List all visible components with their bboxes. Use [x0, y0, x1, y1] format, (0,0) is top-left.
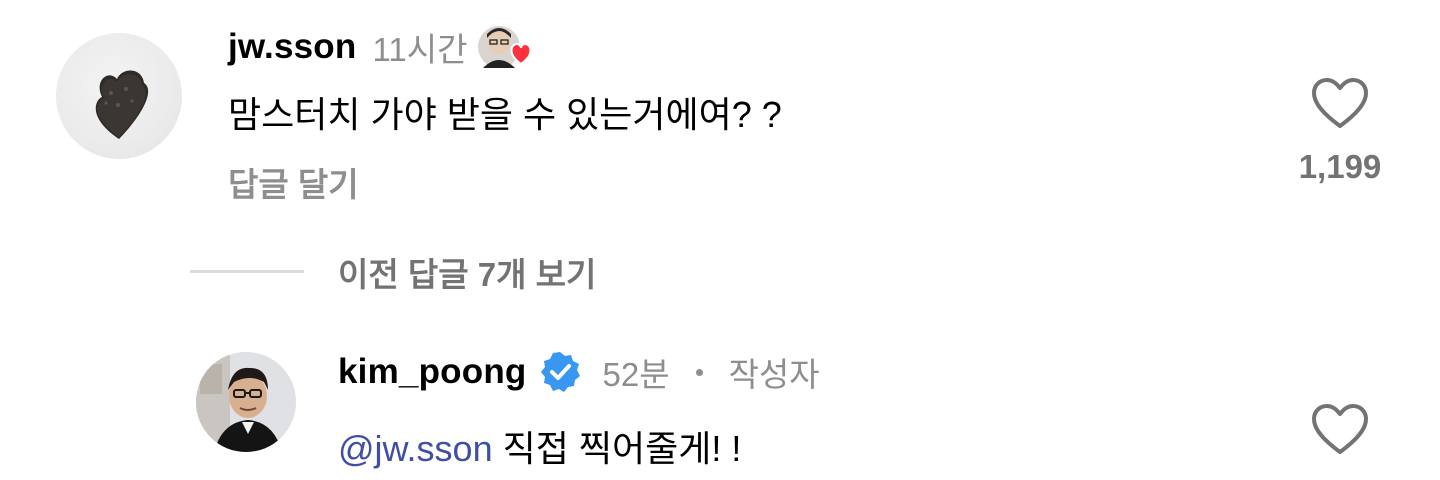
reply-button[interactable]: 답글 달기	[228, 158, 359, 206]
reply-thread-divider	[190, 270, 304, 273]
heart-outline-icon[interactable]	[1310, 76, 1370, 132]
comment-time: 11시간	[372, 31, 468, 68]
author-badge: 작성자	[728, 356, 820, 393]
mention-link[interactable]: @jw.sson	[338, 428, 493, 469]
heart-outline-icon[interactable]	[1310, 402, 1370, 458]
comment-text: @jw.sson 직접 찍어줄게! !	[338, 420, 741, 472]
avatar-jw-sson[interactable]	[56, 33, 182, 159]
like-count[interactable]: 1,199	[1280, 148, 1400, 186]
profile-photo	[196, 352, 296, 452]
separator-dot	[695, 368, 703, 376]
verified-badge-icon	[538, 350, 582, 394]
comment-username[interactable]: kim_poong	[338, 352, 526, 392]
comment-body: 직접 찍어줄게! !	[492, 428, 742, 469]
comment-text: 맘스터치 가야 받을 수 있는거에여? ?	[228, 94, 782, 135]
comment-username[interactable]: jw.sson	[228, 27, 356, 67]
comment-header: kim_poong 52분 작성자	[338, 346, 820, 398]
avatar-kim-poong[interactable]	[196, 352, 296, 452]
comment-time: 52분	[602, 356, 670, 393]
comment-header: jw.sson 11시간	[228, 22, 533, 72]
heart-cookie-image	[95, 70, 149, 139]
view-previous-replies-button[interactable]: 이전 답글 7개 보기	[338, 248, 596, 296]
creator-heart-icon	[477, 22, 533, 72]
